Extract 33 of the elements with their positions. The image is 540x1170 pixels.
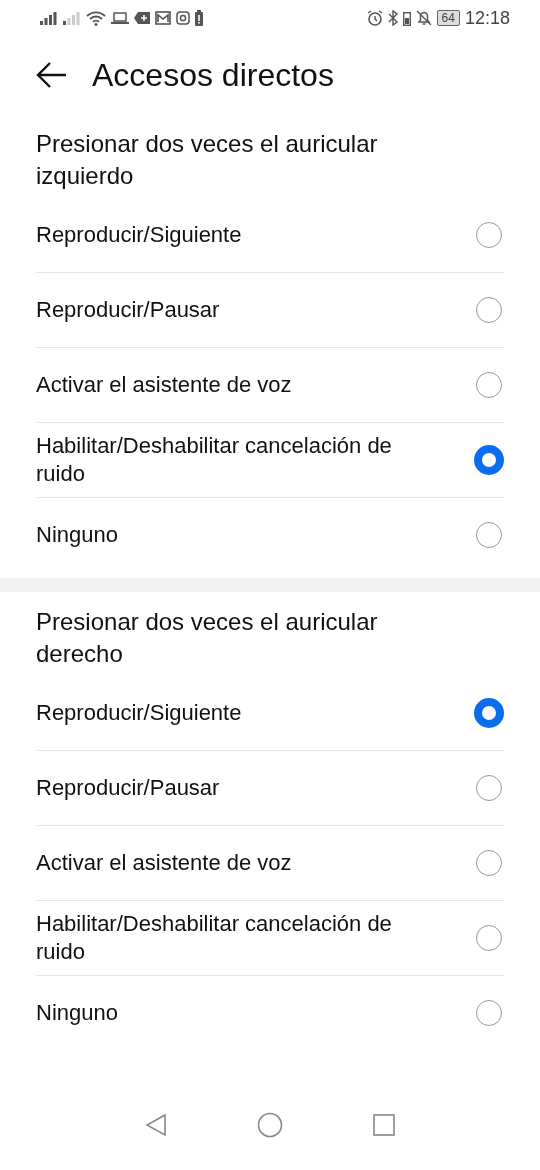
page-title: Accesos directos <box>92 56 334 94</box>
option-label[interactable]: Reproducir/Pausar <box>36 296 220 324</box>
option-label[interactable]: Activar el asistente de voz <box>36 371 292 399</box>
home-nav-button[interactable] <box>257 1112 283 1138</box>
radio-button[interactable] <box>474 698 504 728</box>
bluetooth-icon <box>387 10 398 26</box>
option-label[interactable]: Habilitar/Deshabilitar cancelación de ruido <box>36 910 436 966</box>
mail-icon <box>155 11 171 25</box>
battery-icon <box>402 10 411 26</box>
option-label[interactable]: Reproducir/Siguiente <box>36 221 242 249</box>
radio-button[interactable] <box>474 445 504 475</box>
section-title: Presionar dos veces el auricular derecho <box>36 607 379 669</box>
back-button[interactable] <box>36 61 68 89</box>
alarm-icon <box>366 10 383 26</box>
bell-off-icon <box>415 10 432 26</box>
option-label[interactable]: Ninguno <box>36 521 118 549</box>
battery-level: 64 <box>436 10 460 26</box>
back-nav-button[interactable] <box>145 1113 167 1137</box>
camera-icon <box>176 11 190 25</box>
signal-icon <box>63 11 81 25</box>
wifi-icon <box>86 10 106 26</box>
option-label[interactable]: Reproducir/Pausar <box>36 774 220 802</box>
option-label[interactable]: Habilitar/Deshabilitar cancelación de ruido <box>36 432 436 488</box>
recents-nav-button[interactable] <box>373 1114 395 1136</box>
option-label[interactable]: Ninguno <box>36 999 118 1027</box>
clock-time: 12:18 <box>464 7 510 29</box>
laptop-icon <box>111 11 129 25</box>
battery-alert-icon <box>195 10 203 26</box>
option-label[interactable]: Reproducir/Siguiente <box>36 699 242 727</box>
section-title: Presionar dos veces el auricular izquierdo <box>36 129 379 191</box>
option-label[interactable]: Activar el asistente de voz <box>36 849 292 877</box>
signal-icon <box>40 11 58 25</box>
tag-icon <box>134 12 150 24</box>
